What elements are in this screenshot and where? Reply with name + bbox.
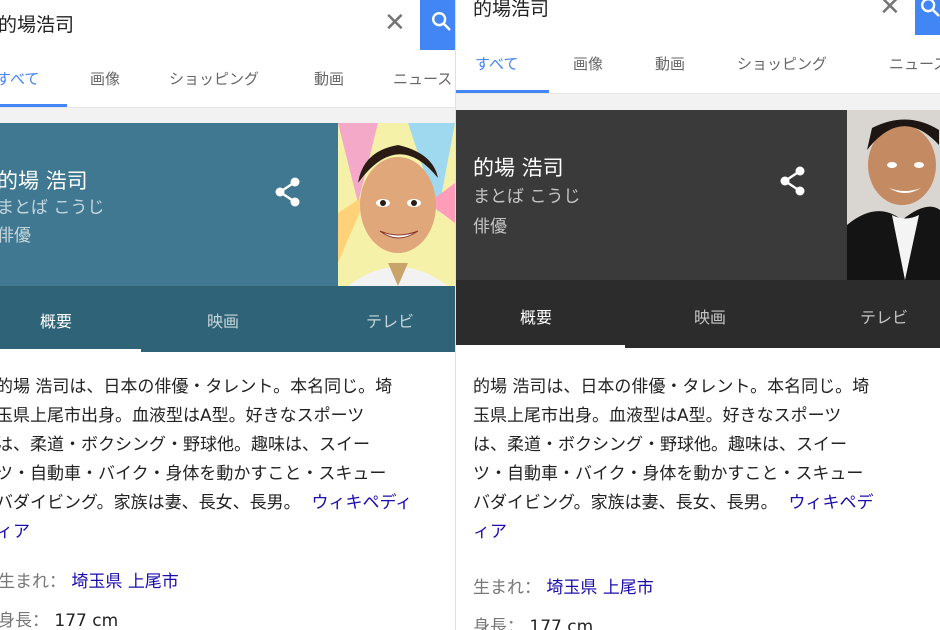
birthplace-prefecture-link[interactable]: 埼玉県 (546, 578, 597, 598)
share-icon[interactable] (779, 166, 807, 196)
search-icon (432, 12, 451, 31)
kp-tab-tv[interactable]: テレビ (860, 304, 908, 328)
tab-images[interactable]: 画像 (90, 68, 120, 89)
entity-name: 的場 浩司 (473, 156, 564, 180)
knowledge-panel-header: 的場 浩司 まとば こうじ 俳優 (0, 123, 338, 286)
fact-label: 生まれ： (473, 578, 541, 598)
description-line: バダイビング。家族は妻、長女、長男。 ウィキペディ (0, 489, 455, 518)
search-button[interactable] (915, 0, 940, 35)
tab-news[interactable]: ニュース (889, 53, 940, 74)
knowledge-panel-header: 的場 浩司 まとば こうじ 俳優 (455, 110, 847, 280)
clear-icon[interactable]: ✕ (879, 0, 901, 20)
search-bar: 的場浩司 ✕ (455, 0, 940, 35)
active-tab-indicator (455, 90, 549, 93)
entity-photo[interactable] (338, 123, 455, 286)
divider (0, 108, 455, 123)
search-tabs: すべて 画像 ショッピング 動画 ニュース (0, 50, 455, 108)
fact-label: 生まれ： (0, 572, 66, 592)
tab-videos[interactable]: 動画 (314, 68, 344, 89)
search-input[interactable]: 的場浩司 (0, 10, 74, 37)
portrait-image (847, 110, 940, 280)
fact-height: 身長： 177 cm (473, 612, 593, 630)
entity-name: 的場 浩司 (0, 169, 88, 193)
active-tab-indicator (0, 104, 67, 107)
wikipedia-link-cont[interactable]: ィア (0, 522, 30, 542)
kp-tab-movies[interactable]: 映画 (207, 308, 239, 332)
fact-value: 177 cm (54, 611, 119, 630)
birthplace-city-link[interactable]: 上尾市 (603, 578, 654, 598)
search-icon (921, 0, 940, 17)
kp-tab-movies[interactable]: 映画 (694, 304, 726, 328)
tab-images[interactable]: 画像 (573, 53, 603, 74)
wikipedia-link[interactable]: ウィキペデ (788, 493, 873, 513)
clear-icon[interactable]: ✕ (384, 10, 406, 36)
knowledge-panel-tabs: 概要 映画 テレビ (0, 286, 455, 352)
description-line: 的場 浩司は、日本の俳優・タレント。本名同じ。埼 (473, 377, 870, 397)
knowledge-panel-tabs: 概要 映画 テレビ (455, 280, 940, 348)
share-icon[interactable] (274, 177, 302, 207)
fact-label: 身長： (473, 617, 524, 630)
description-text: ツ・自動車・バイク・身体を動かすこと・スキュー (0, 464, 387, 484)
description-line: は、柔道・ボクシング・野球他。趣味は、スイー (0, 435, 370, 455)
wikipedia-link[interactable]: ウィキペディ (311, 493, 412, 513)
birthplace-city-link[interactable]: 上尾市 (128, 572, 179, 592)
search-button[interactable] (420, 0, 455, 50)
wikipedia-link-cont[interactable]: ィア (473, 522, 507, 542)
fact-value: 177 cm (529, 617, 594, 630)
description-text: ツ・自動車・バイク・身体を動かすこと・スキュー (473, 464, 864, 484)
kp-tab-overview[interactable]: 概要 (520, 304, 552, 328)
entity-occupation: 俳優 (0, 226, 31, 246)
tab-videos[interactable]: 動画 (655, 53, 685, 74)
search-bar: 的場浩司 ✕ (0, 0, 455, 50)
description-line: バダイビング。家族は妻、長女、長男。 ウィキペデ (473, 489, 940, 518)
entity-photo[interactable] (847, 110, 940, 280)
search-tabs: すべて 画像 動画 ショッピング ニュース (455, 35, 940, 94)
description-line: ィア (473, 518, 940, 547)
fact-birthplace: 生まれ： 埼玉県 上尾市 (473, 573, 654, 598)
divider (455, 94, 940, 110)
kp-tab-overview[interactable]: 概要 (40, 308, 72, 332)
fact-birthplace: 生まれ： 埼玉県 上尾市 (0, 567, 179, 592)
tab-shopping[interactable]: ショッピング (737, 53, 827, 74)
description-line: 玉県上尾市出身。血液型はA型。好きなスポーツ (0, 406, 365, 426)
kp-active-tab-indicator (0, 349, 141, 352)
tab-news[interactable]: ニュース (393, 68, 452, 89)
fact-height: 身長： 177 cm (0, 606, 118, 630)
description-line: 的場 浩司は、日本の俳優・タレント。本名同じ。埼 (0, 377, 393, 397)
search-input[interactable]: 的場浩司 (473, 0, 549, 21)
description-text: バダイビング。家族は妻、長女、長男。 (473, 493, 778, 513)
description-line: 玉県上尾市出身。血液型はA型。好きなスポーツ (473, 406, 842, 426)
kp-active-tab-indicator (455, 345, 625, 348)
tab-all[interactable]: すべて (475, 53, 518, 74)
description-line: ィア (0, 518, 455, 547)
description: 的場 浩司は、日本の俳優・タレント。本名同じ。埼 玉県上尾市出身。血液型はA型。… (473, 373, 940, 547)
description-line: ツ・自動車・バイク・身体を動かすこと・スキュー (473, 460, 940, 489)
tab-shopping[interactable]: ショッピング (169, 68, 259, 89)
description: 的場 浩司は、日本の俳優・タレント。本名同じ。埼 玉県上尾市出身。血液型はA型。… (0, 373, 455, 547)
tab-all[interactable]: すべて (0, 68, 39, 89)
entity-reading: まとば こうじ (473, 187, 581, 207)
fact-label: 身長： (0, 611, 49, 630)
description-text: バダイビング。家族は妻、長女、長男。 (0, 493, 301, 513)
description-line: ツ・自動車・バイク・身体を動かすこと・スキュー (0, 460, 455, 489)
birthplace-prefecture-link[interactable]: 埼玉県 (71, 572, 122, 592)
left-screenshot: 的場浩司 ✕ すべて 画像 ショッピング 動画 ニュース 的場 浩司 まとば こ… (0, 0, 455, 630)
entity-occupation: 俳優 (473, 217, 507, 237)
description-line: は、柔道・ボクシング・野球他。趣味は、スイー (473, 435, 847, 455)
entity-reading: まとば こうじ (0, 198, 105, 218)
portrait-image (338, 123, 455, 286)
kp-tab-tv[interactable]: テレビ (366, 308, 414, 332)
right-screenshot: 的場浩司 ✕ すべて 画像 動画 ショッピング ニュース 的場 浩司 まとば こ… (455, 0, 940, 630)
